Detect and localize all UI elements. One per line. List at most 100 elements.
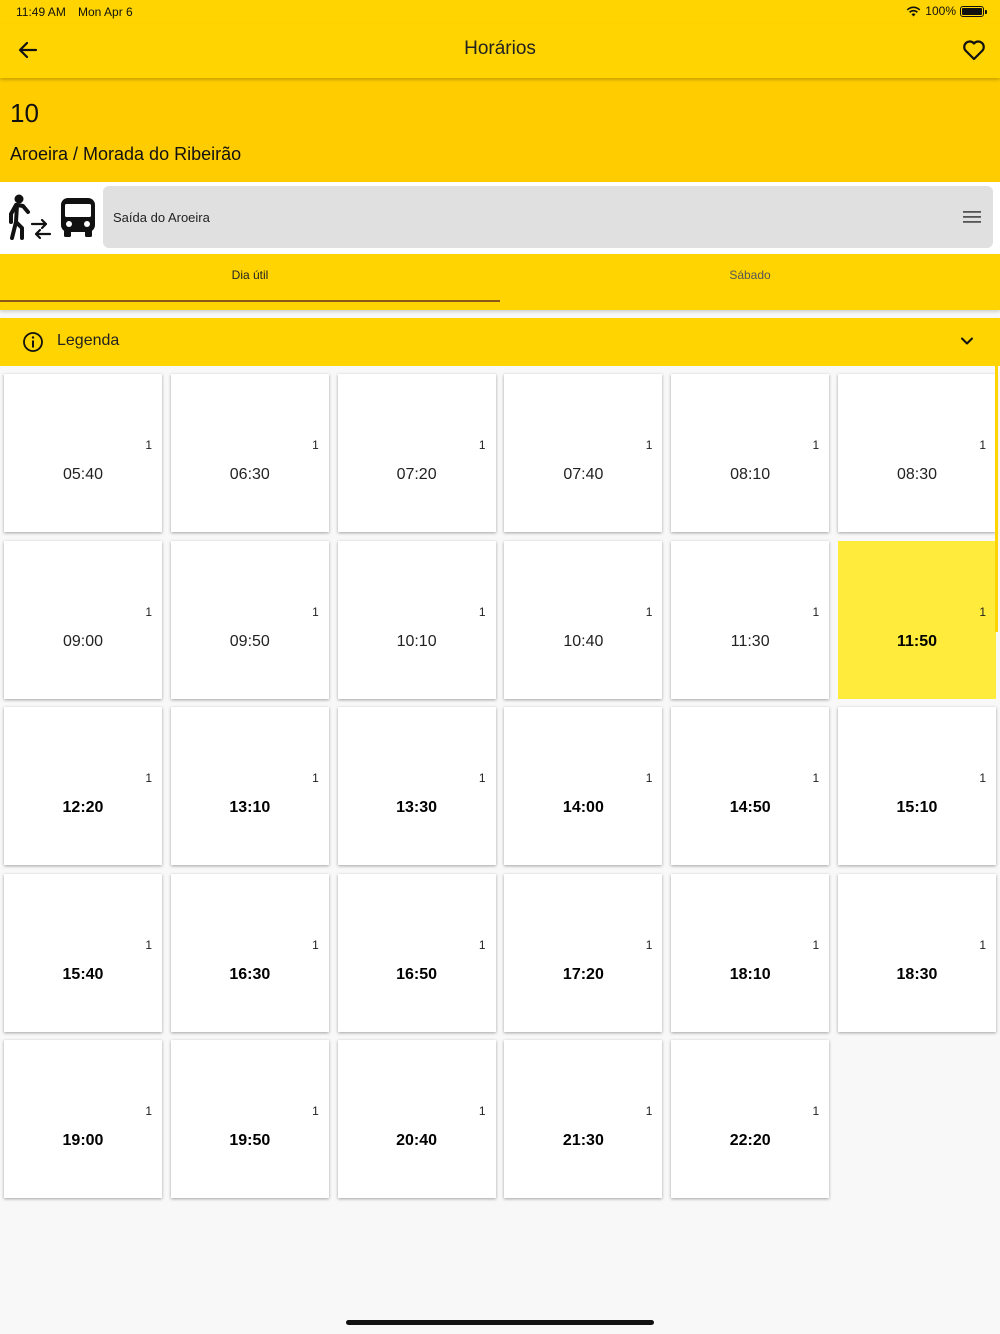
heart-outline-icon[interactable]	[960, 36, 988, 64]
chevron-down-icon	[961, 337, 973, 345]
trip-badge: 1	[812, 604, 820, 619]
legend-label: Legenda	[57, 332, 120, 349]
route-header: 10 Aroeira / Morada do Ribeirão	[0, 78, 1000, 182]
status-right: 100%	[906, 4, 987, 18]
schedule-cell[interactable]: 1 08:10	[671, 374, 830, 532]
trip-badge: 1	[478, 438, 486, 452]
departure-time: 13:10	[229, 799, 271, 817]
departure-time: 11:50	[896, 632, 938, 650]
home-indicator	[346, 1320, 654, 1325]
schedule-cell[interactable]: 1 13:10	[170, 707, 329, 866]
menu-icon[interactable]	[963, 210, 981, 224]
trip-badge: 1	[645, 438, 653, 452]
trip-badge: 1	[312, 438, 319, 452]
trip-badge: 1	[312, 937, 319, 952]
tab-saturday[interactable]: Sábado	[500, 254, 1000, 310]
departure-time: 19:00	[62, 1132, 104, 1150]
walk-transfer-icon	[9, 194, 52, 240]
trip-badge: 1	[812, 771, 820, 786]
departure-time: 21:30	[562, 1132, 604, 1150]
trip-badge: 1	[979, 937, 986, 952]
schedule-cell[interactable]: 1 11:30	[671, 540, 830, 699]
departure-time: 18:10	[729, 965, 771, 983]
schedule-cell[interactable]: 1 08:30	[838, 374, 996, 532]
schedule-cell[interactable]: 1 16:30	[170, 873, 329, 1032]
schedule-cell[interactable]: 1 09:50	[170, 540, 329, 699]
schedule-cell[interactable]: 1 22:20	[671, 1040, 830, 1199]
trip-badge: 1	[812, 438, 820, 452]
schedule-cell[interactable]: 1 07:40	[504, 374, 663, 532]
trip-badge: 1	[979, 438, 986, 452]
schedule-cell[interactable]: 1 09:00	[4, 540, 162, 699]
schedule-cell[interactable]: 1 19:50	[170, 1040, 329, 1199]
departure-time: 09:50	[229, 632, 270, 650]
battery-icon	[960, 5, 987, 17]
schedule-cell[interactable]: 1 17:20	[504, 873, 663, 1032]
schedule-cell[interactable]: 1 05:40	[4, 374, 162, 532]
schedule-cell[interactable]: 1 18:30	[838, 873, 996, 1032]
info-icon	[23, 332, 43, 352]
trip-badge: 1	[312, 771, 319, 786]
departure-time: 12:20	[62, 799, 104, 817]
departure-time: 22:20	[729, 1132, 771, 1150]
status-bar: 11:49 AM Mon Apr 6 100%	[0, 0, 1000, 24]
trip-badge: 1	[145, 604, 152, 619]
route-number: 10	[10, 98, 39, 128]
direction-row: Saída do Aroeira	[0, 182, 1000, 254]
status-time: 11:49 AM	[16, 5, 66, 19]
wifi-icon	[907, 6, 921, 16]
trip-badge: 1	[812, 937, 820, 952]
departure-time: 15:10	[896, 799, 938, 817]
direction-label: Saída do Aroeira	[113, 210, 210, 225]
departure-time: 06:30	[229, 466, 270, 483]
schedule-cell[interactable]: 1 16:50	[337, 873, 496, 1032]
departure-time: 16:50	[396, 965, 438, 983]
schedule-cell[interactable]: 1 14:50	[671, 707, 830, 866]
trip-badge: 1	[478, 604, 486, 619]
departure-time: 08:30	[896, 466, 938, 483]
schedule-cell[interactable]: 1 14:00	[504, 707, 663, 866]
schedule-cell[interactable]: 1 10:10	[337, 540, 496, 699]
bus-icon	[61, 198, 95, 237]
departure-time: 13:30	[396, 799, 438, 817]
legend-toggle[interactable]: Legenda	[0, 318, 1000, 366]
trip-badge: 1	[645, 771, 653, 786]
route-name: Aroeira / Morada do Ribeirão	[10, 144, 242, 164]
schedule-cell[interactable]: 1 11:50	[838, 540, 996, 699]
departure-time: 10:10	[396, 632, 437, 650]
departure-time: 16:30	[229, 965, 271, 983]
schedule-cell[interactable]: 1 12:20	[4, 707, 162, 866]
departure-time: 09:00	[62, 632, 104, 650]
app-bar: Horários	[0, 24, 1000, 78]
departure-time: 08:10	[730, 466, 771, 483]
trip-badge: 1	[312, 604, 319, 619]
schedule-cell[interactable]: 1 15:40	[4, 873, 162, 1032]
schedule-cell[interactable]: 1 19:00	[4, 1040, 162, 1199]
status-date: Mon Apr 6	[78, 5, 133, 19]
schedule-cell[interactable]: 1 20:40	[337, 1040, 496, 1199]
schedule-cell[interactable]: 1 06:30	[170, 374, 329, 532]
departure-time: 07:40	[563, 466, 604, 483]
departure-time: 19:50	[229, 1132, 271, 1150]
trip-badge: 1	[145, 771, 152, 786]
departure-time: 20:40	[396, 1132, 438, 1150]
departure-time: 11:30	[730, 632, 770, 650]
schedule-cell[interactable]: 1 15:10	[838, 707, 996, 866]
departure-time: 15:40	[62, 965, 104, 983]
trip-badge: 1	[145, 937, 152, 952]
trip-badge: 1	[145, 438, 152, 452]
day-tabs: Dia útil Sábado	[0, 254, 1000, 310]
schedule-cell[interactable]: 1 07:20	[337, 374, 496, 532]
schedule-cell[interactable]: 1 13:30	[337, 707, 496, 866]
trip-badge: 1	[312, 1104, 319, 1119]
departure-time: 14:00	[562, 799, 604, 817]
trip-badge: 1	[478, 1104, 486, 1119]
trip-badge: 1	[645, 604, 653, 619]
schedule-cell[interactable]: 1 18:10	[671, 873, 830, 1032]
schedule-cell[interactable]: 1 10:40	[504, 540, 663, 699]
direction-select[interactable]: Saída do Aroeira	[103, 186, 993, 248]
schedule-cell[interactable]: 1 21:30	[504, 1040, 663, 1199]
departure-time: 17:20	[562, 965, 604, 983]
departure-time: 10:40	[563, 632, 604, 650]
scroll-indicator	[995, 366, 998, 632]
